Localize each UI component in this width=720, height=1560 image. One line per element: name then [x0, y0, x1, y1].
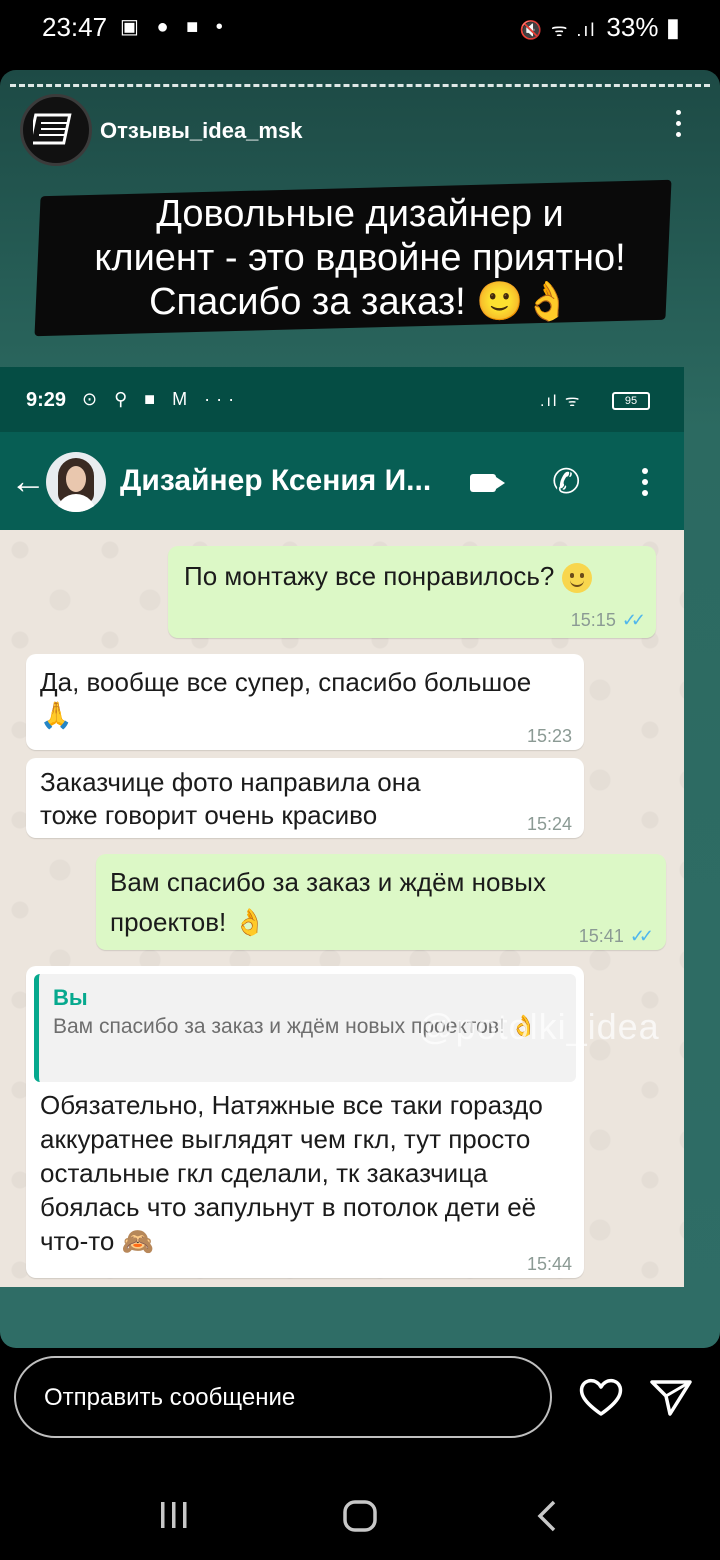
story-username[interactable]: Отзывы_idea_msk [100, 118, 302, 144]
story-progress-bar [10, 84, 710, 87]
message-time: 15:24 [526, 814, 572, 834]
message-bubble-in: Заказчице фото направила она тоже говори… [26, 758, 584, 838]
like-heart-icon[interactable] [578, 1376, 624, 1418]
watermark: @potolki_idea [418, 1006, 660, 1047]
message-bubble-in: Да, вообще все супер, спасибо большое 🙏 … [26, 654, 584, 750]
wa-signal-icon: .ıl ᯤ [540, 393, 582, 410]
phone-call-icon: ✆ [552, 463, 581, 501]
home-icon[interactable] [342, 1498, 378, 1539]
message-text: По монтажу все понравилось? [184, 561, 555, 591]
contact-avatar [46, 452, 106, 512]
message-text: Заказчице фото направила она тоже говори… [40, 767, 421, 830]
message-bubble-out: Вам спасибо за заказ и ждём новых проект… [96, 854, 666, 950]
message-placeholder: Отправить сообщение [44, 1384, 296, 1411]
wa-status-time: 9:29 [26, 389, 67, 411]
battery-percent: 33% [606, 12, 659, 42]
message-time: 15:15 ✓✓ [570, 610, 646, 630]
headline-line: Спасибо за заказ! 🙂👌 [149, 281, 571, 323]
wa-status-bar: 9:29 ⊙ ⚲ ■ M ··· .ıl ᯤ 95 [0, 367, 684, 432]
notification-icons: ▣ ● ■ • [120, 16, 229, 38]
chat-area: По монтажу все понравилось? 15:15 ✓✓ Да, … [0, 530, 684, 1287]
status-time: 23:47 [42, 12, 108, 42]
headline-line: клиент - это вдвойне приятно! [94, 237, 626, 279]
story-avatar[interactable] [20, 94, 92, 166]
back-icon[interactable] [534, 1498, 562, 1539]
whatsapp-screenshot: 9:29 ⊙ ⚲ ■ M ··· .ıl ᯤ 95 ← Дизайнер Ксе… [0, 367, 684, 1287]
story-more-icon[interactable] [668, 110, 688, 150]
phone-status-bar: 23:47 ▣ ● ■ • 🔇 ᯤ .ıl 33% ▮ [0, 0, 720, 60]
video-call-icon [470, 474, 496, 492]
message-text: Обязательно, Натяжные все таки гораздо а… [40, 1090, 543, 1256]
message-time: 15:41 ✓✓ [578, 926, 654, 946]
message-text: Да, вообще все супер, спасибо большое 🙏 [40, 667, 532, 730]
smile-emoji-icon [561, 563, 592, 594]
read-ticks-icon: ✓✓ [629, 926, 654, 946]
status-right: 🔇 ᯤ .ıl 33% ▮ [520, 12, 680, 43]
message-bubble-out: По монтажу все понравилось? 15:15 ✓✓ [168, 546, 656, 638]
back-arrow-icon: ← [10, 460, 46, 501]
battery-icon: ▮ [665, 12, 680, 42]
headline-line: Довольные дизайнер и [156, 193, 564, 235]
contact-name: Дизайнер Ксения И... [120, 464, 432, 497]
send-message-input[interactable]: Отправить сообщение [14, 1356, 552, 1438]
message-time: 15:44 [526, 1254, 572, 1274]
signal-icon: 🔇 ᯤ .ıl [519, 20, 597, 40]
wa-more-icon [642, 468, 650, 501]
wa-notification-icons: ⊙ ⚲ ■ M ··· [82, 389, 241, 409]
story-headline: Довольные дизайнер и клиент - это вдвойн… [40, 192, 680, 324]
story-card[interactable]: Отзывы_idea_msk Довольные дизайнер и кли… [0, 70, 720, 1348]
wa-battery-icon: 95 [612, 392, 650, 410]
recent-apps-icon[interactable] [158, 1498, 190, 1537]
message-text: Вам спасибо за заказ и ждём новых проект… [110, 867, 546, 937]
message-time: 15:23 [526, 726, 572, 746]
logo-icon [33, 113, 72, 145]
wa-chat-header: ← Дизайнер Ксения И... ✆ [0, 432, 684, 530]
send-direct-icon[interactable] [648, 1376, 694, 1418]
read-ticks-icon: ✓✓ [621, 610, 646, 630]
